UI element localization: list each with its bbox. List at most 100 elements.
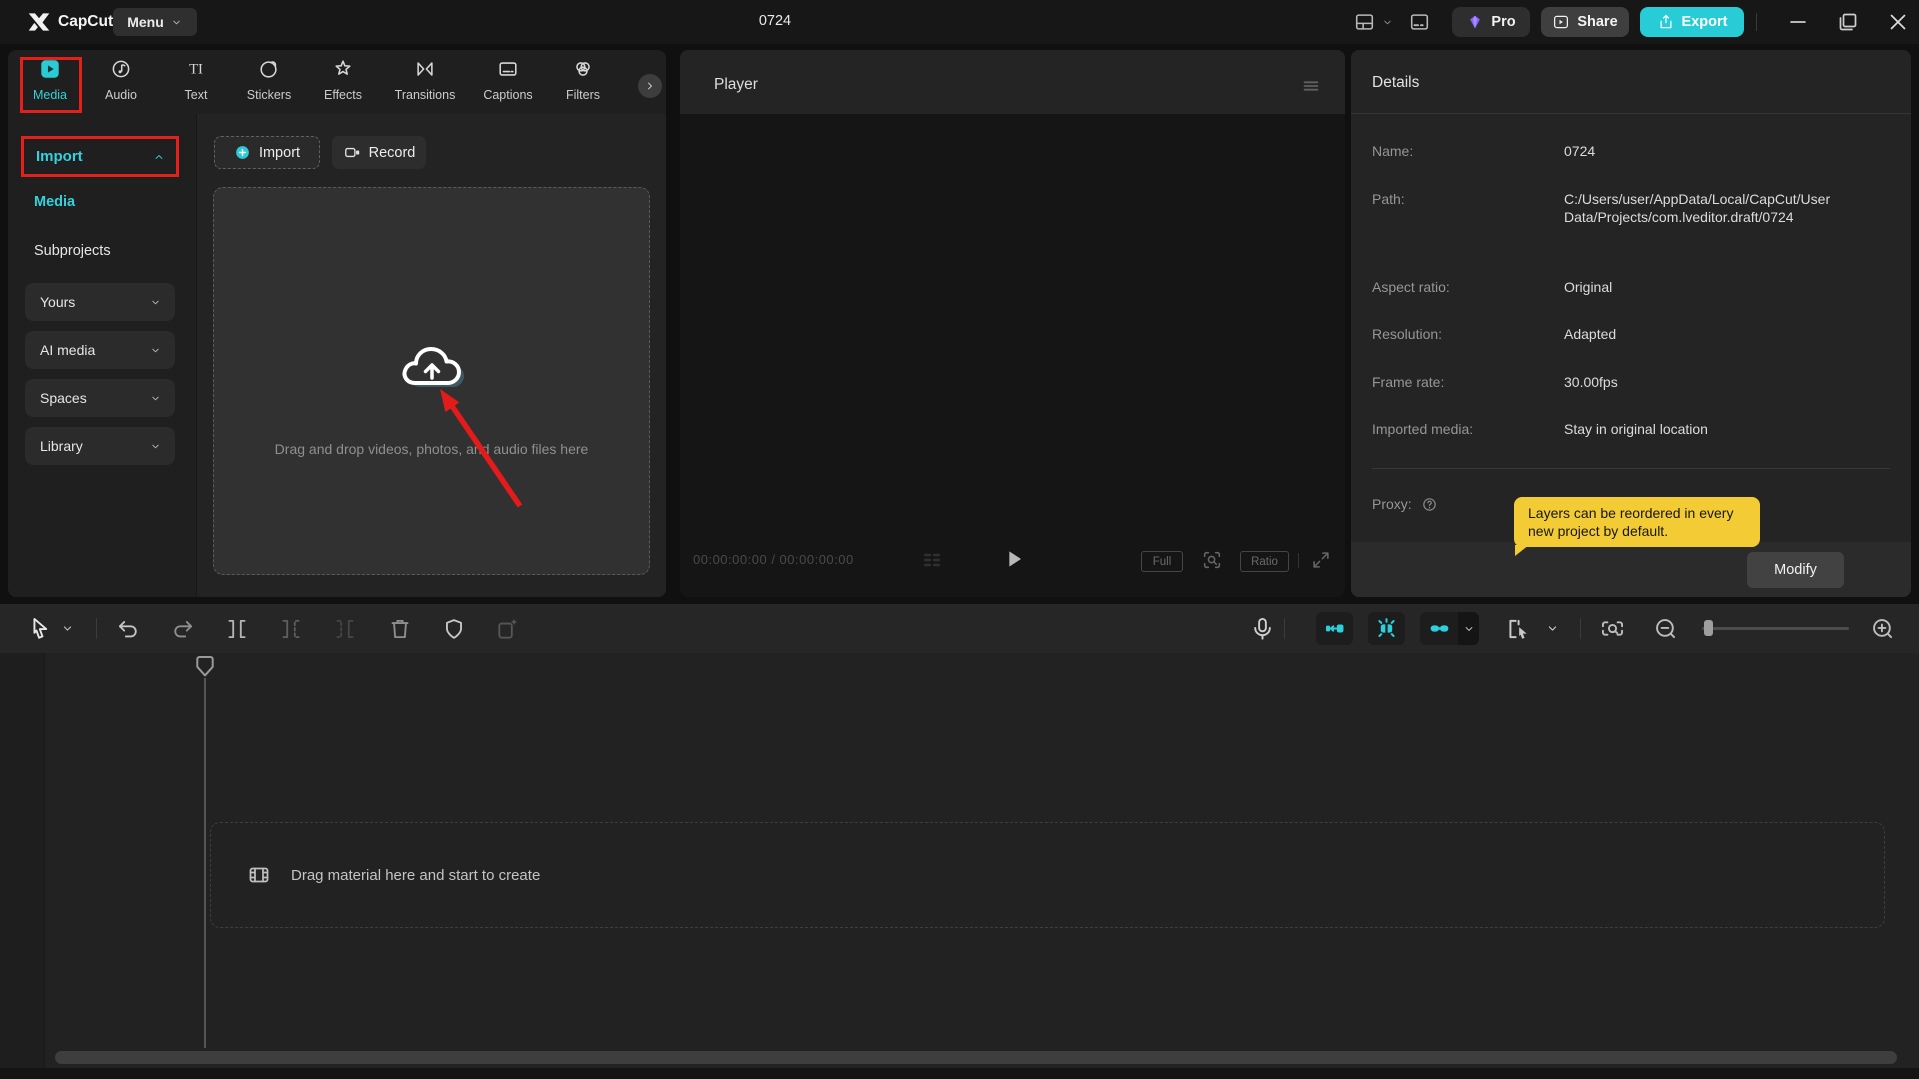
tab-text[interactable]: TI Text	[160, 56, 232, 110]
current-time: 00:00:00:00	[693, 552, 767, 567]
horizontal-scrollbar[interactable]	[55, 1051, 1897, 1064]
tab-audio[interactable]: Audio	[85, 56, 157, 110]
timeline-ruler-icon[interactable]	[1599, 615, 1626, 642]
playhead-line[interactable]	[204, 678, 206, 1048]
frame-rate-value: 30.00fps	[1564, 374, 1896, 392]
bottom-edge-strip	[0, 1068, 1919, 1079]
chevron-down-icon	[1462, 622, 1476, 636]
proxy-tooltip: Layers can be reordered in every new pro…	[1514, 497, 1760, 547]
timeline-dropzone[interactable]: Drag material here and start to create	[210, 822, 1885, 928]
fit-zoom-icon[interactable]	[1201, 549, 1223, 571]
audio-icon	[110, 58, 132, 80]
media-tab-highlight-box	[20, 57, 82, 113]
svg-text:TI: TI	[189, 62, 203, 78]
link-options-button[interactable]	[1458, 612, 1479, 645]
ratio-button[interactable]: Ratio	[1240, 551, 1289, 572]
player-title: Player	[714, 76, 758, 94]
media-dropzone[interactable]: Drag and drop videos, photos, and audio …	[213, 187, 650, 575]
tab-captions[interactable]: Captions	[472, 56, 544, 110]
sidebar-item-subprojects[interactable]: Subprojects	[34, 243, 111, 259]
maximize-button[interactable]	[1836, 10, 1860, 34]
details-footer: Modify	[1351, 542, 1911, 597]
sidebar-item-import[interactable]: Import	[21, 136, 179, 177]
timeline-area[interactable]: Drag material here and start to create	[0, 653, 1919, 1079]
resolution-label: Resolution:	[1372, 326, 1442, 342]
sidebar-dropdown-spaces[interactable]: Spaces	[25, 379, 175, 417]
split-icon[interactable]	[224, 616, 250, 642]
full-preview-button[interactable]: Full	[1141, 551, 1183, 572]
delete-icon[interactable]	[387, 616, 413, 642]
zoom-slider-handle[interactable]	[1704, 620, 1713, 636]
tab-stickers[interactable]: Stickers	[233, 56, 305, 110]
export-button[interactable]: Export	[1640, 7, 1744, 37]
toolbar-divider	[1284, 618, 1285, 639]
timeline-zoom-slider[interactable]	[1702, 627, 1849, 630]
close-button[interactable]	[1886, 10, 1910, 34]
cursor-tool-chevron-icon[interactable]	[60, 621, 75, 636]
clip-select-chevron-icon[interactable]	[1545, 621, 1560, 636]
aspect-ratio-label: Aspect ratio:	[1372, 279, 1450, 295]
sidebar-dropdown-yours[interactable]: Yours	[25, 283, 175, 321]
imported-media-value: Stay in original location	[1564, 421, 1896, 439]
fullscreen-icon[interactable]	[1310, 549, 1332, 571]
chevron-down-icon	[170, 16, 183, 29]
timecode-separator: /	[771, 552, 779, 567]
zoom-out-icon[interactable]	[1652, 615, 1679, 642]
import-media-button[interactable]: Import	[214, 136, 320, 169]
share-button[interactable]: Share	[1541, 7, 1629, 37]
menu-button-label: Menu	[127, 14, 164, 30]
sidebar-dropdown-ai-media[interactable]: AI media	[25, 331, 175, 369]
timeline-toolbar	[0, 604, 1919, 653]
minimize-button[interactable]	[1786, 10, 1810, 34]
main-track-magnet-icon	[1374, 616, 1399, 641]
film-icon	[247, 863, 271, 887]
chevron-down-icon[interactable]	[1381, 16, 1394, 29]
clip-select-icon[interactable]	[1504, 615, 1532, 643]
name-value: 0724	[1564, 143, 1896, 161]
import-section-label: Import	[36, 148, 83, 165]
toolbar-divider	[1580, 618, 1581, 639]
link-toggle-button[interactable]	[1420, 612, 1458, 645]
chevron-right-icon	[643, 79, 657, 93]
redo-icon[interactable]	[170, 616, 196, 642]
cursor-tool-icon[interactable]	[26, 615, 53, 642]
player-menu-icon[interactable]	[1300, 75, 1322, 97]
sidebar-dropdown-library[interactable]: Library	[25, 427, 175, 465]
menu-button[interactable]: Menu	[113, 8, 197, 36]
tab-transitions[interactable]: Transitions	[385, 56, 465, 110]
modify-button[interactable]: Modify	[1747, 552, 1844, 588]
play-button[interactable]	[1000, 545, 1028, 573]
tooltip-tail	[1515, 545, 1529, 556]
tab-filters[interactable]: Filters	[547, 56, 619, 110]
more-tabs-button[interactable]	[638, 74, 662, 98]
spaces-label: Spaces	[40, 390, 87, 406]
chevron-up-icon	[152, 150, 166, 164]
layout-adjust-icon[interactable]	[1407, 11, 1432, 33]
export-clip-icon[interactable]	[495, 616, 521, 642]
chevron-down-icon	[149, 296, 162, 309]
tab-effects[interactable]: Effects	[307, 56, 379, 110]
main-track-magnet-button[interactable]	[1368, 612, 1405, 645]
snap-toggle-button[interactable]	[1316, 612, 1353, 645]
sidebar-item-media[interactable]: Media	[34, 194, 75, 210]
player-timecode: 00:00:00:00 / 00:00:00:00	[693, 552, 854, 567]
zoom-in-icon[interactable]	[1869, 615, 1896, 642]
capcut-logo-icon	[26, 11, 52, 33]
help-icon[interactable]	[1421, 496, 1438, 513]
tab-audio-label: Audio	[85, 88, 157, 102]
undo-icon[interactable]	[115, 616, 141, 642]
tab-filters-label: Filters	[547, 88, 619, 102]
path-label: Path:	[1372, 191, 1405, 207]
capcut-window: CapCut Menu 0724 Pro Share Export	[0, 0, 1919, 1079]
camera-icon	[343, 143, 362, 162]
record-button[interactable]: Record	[332, 136, 426, 169]
mask-icon[interactable]	[441, 616, 467, 642]
voiceover-mic-icon[interactable]	[1249, 615, 1276, 642]
tab-text-label: Text	[160, 88, 232, 102]
delete-right-icon[interactable]	[332, 616, 358, 642]
pro-button[interactable]: Pro	[1452, 7, 1530, 37]
delete-left-icon[interactable]	[278, 616, 304, 642]
layout-panels-icon[interactable]	[1352, 11, 1377, 33]
playhead-handle[interactable]	[196, 656, 214, 678]
import-media-label: Import	[259, 145, 300, 161]
